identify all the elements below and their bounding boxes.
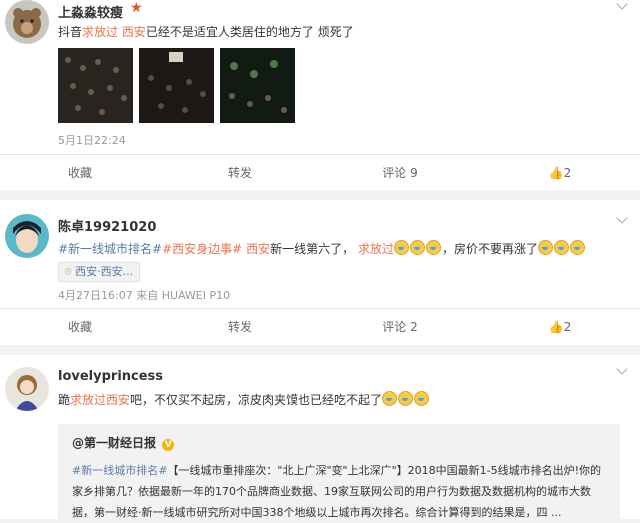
comment-button[interactable]: 评论 2 bbox=[320, 309, 480, 345]
hashtag-link[interactable]: #新一线城市排名# bbox=[58, 242, 162, 256]
weibo-post-3: lovelyprincess 跪求放过西安吧，不仅买不起房，凉皮肉夹馍也已经吃不… bbox=[0, 355, 640, 519]
quoted-post[interactable]: @第一财经日报 V #新一线城市排名#【一线城市重排座次："北上广深"变"上北深… bbox=[58, 424, 620, 519]
photo-thumbnail-2[interactable] bbox=[139, 48, 214, 123]
vip-star-icon: ★ bbox=[130, 0, 143, 16]
action-bar: 收藏 转发 评论 9 👍2 bbox=[0, 154, 640, 191]
repost-button[interactable]: 转发 bbox=[160, 155, 320, 191]
cry-emoji-icon bbox=[537, 240, 586, 256]
post-text: #新一线城市排名##西安身边事# 西安新一线第六了， 求放过 ，房价不要再涨了 bbox=[58, 240, 586, 257]
thumbs-up-icon: 👍 bbox=[548, 320, 564, 334]
chevron-down-icon[interactable] bbox=[616, 212, 628, 224]
comment-button[interactable]: 评论 9 bbox=[320, 155, 480, 191]
location-tag[interactable]: ⌾ 西安·西安... bbox=[58, 262, 141, 282]
post-text: 跪求放过西安吧，不仅买不起房，凉皮肉夹馍也已经吃不起了 bbox=[58, 391, 430, 408]
quoted-source[interactable]: @第一财经日报 V bbox=[72, 434, 175, 451]
like-button[interactable]: 👍2 bbox=[480, 155, 640, 191]
verified-v-icon: V bbox=[162, 439, 175, 451]
cry-emoji-icon bbox=[393, 240, 442, 256]
weibo-post-2: 陈卓19921020 #新一线城市排名##西安身边事# 西安新一线第六了， 求放… bbox=[0, 200, 640, 345]
thumbs-up-icon: 👍 bbox=[548, 166, 564, 180]
favorite-button[interactable]: 收藏 bbox=[0, 155, 160, 191]
photo-thumbnail-1[interactable] bbox=[58, 48, 133, 123]
weibo-post-1: 上淼淼较瘦 ★ 抖音求放过 西安已经不是适宜人类居住的地方了 烦死了 5月1日2… bbox=[0, 0, 640, 190]
post-meta: 4月27日16:07 来自 HUAWEI P10 bbox=[58, 289, 231, 302]
username[interactable]: 上淼淼较瘦 bbox=[58, 2, 123, 21]
like-button[interactable]: 👍2 bbox=[480, 309, 640, 345]
repost-button[interactable]: 转发 bbox=[160, 309, 320, 345]
hashtag-link[interactable]: #西安身边事# bbox=[162, 242, 242, 256]
chevron-down-icon[interactable] bbox=[616, 363, 628, 375]
avatar[interactable] bbox=[5, 214, 49, 258]
photo-thumbnail-3[interactable] bbox=[220, 48, 295, 123]
avatar[interactable] bbox=[5, 367, 49, 411]
avatar[interactable] bbox=[5, 0, 49, 44]
quoted-text: #新一线城市排名#【一线城市重排座次："北上广深"变"上北深广"】2018中国最… bbox=[72, 464, 602, 519]
location-pin-icon: ⌾ bbox=[65, 265, 72, 278]
post-text: 抖音求放过 西安已经不是适宜人类居住的地方了 烦死了 bbox=[58, 25, 354, 39]
post-time: 5月1日22:24 bbox=[58, 134, 126, 147]
username[interactable]: lovelyprincess bbox=[58, 369, 163, 384]
cry-emoji-icon bbox=[382, 391, 430, 407]
favorite-button[interactable]: 收藏 bbox=[0, 309, 160, 345]
action-bar: 收藏 转发 评论 2 👍2 bbox=[0, 308, 640, 345]
hashtag-link[interactable]: #新一线城市排名# bbox=[72, 464, 167, 477]
username[interactable]: 陈卓19921020 bbox=[58, 216, 156, 235]
chevron-down-icon[interactable] bbox=[616, 0, 628, 10]
